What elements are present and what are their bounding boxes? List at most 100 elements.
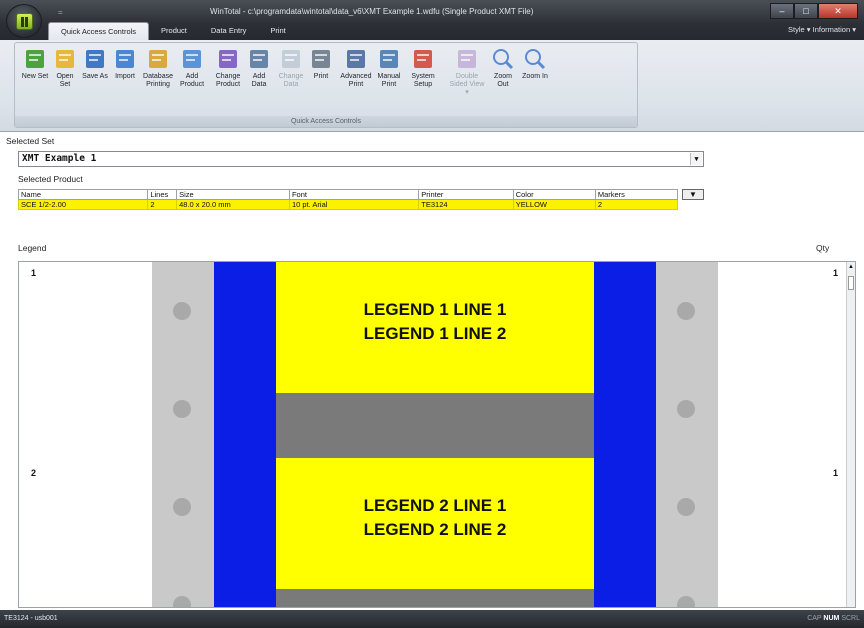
title-bar: = WinTotal - c:\programdata\wintotal\dat… [0,0,864,40]
ribbon-tabs: Quick Access Controls Product Data Entry… [48,22,298,40]
ribbon-button-label: Change Product [215,73,241,88]
marker-strip: LEGEND 1 LINE 1 LEGEND 1 LINE 2 LEGEND 2… [152,262,718,607]
cell-size: 48.0 x 20.0 mm [176,199,290,210]
status-cap: CAP [807,615,824,622]
column-header-printer[interactable]: Printer [418,189,514,200]
marker-line: LEGEND 2 LINE 1 [363,496,507,515]
zoom-out-icon [491,47,515,71]
ribbon-button-label: Database Printing [143,73,173,88]
sprocket-hole-icon [677,596,695,607]
sprocket-hole-icon [173,400,191,418]
product-dropdown-button[interactable]: ▼ [682,189,704,200]
column-header-font[interactable]: Font [288,189,420,200]
ribbon-button-label: Add Product [179,73,205,88]
advanced-print-button[interactable]: Advanced Print [339,47,373,89]
zoom-in-button[interactable]: Zoom In [521,47,549,81]
zoom-out-button[interactable]: Zoom Out [489,47,517,89]
selected-product-table: Name Lines Size Font Printer Color Marke… [17,189,679,210]
ribbon-button-label: New Set [21,73,49,80]
chevron-down-icon[interactable]: ▼ [690,153,702,165]
status-printer: TE3124 - usb001 [4,615,58,622]
cell-name: SCE 1/2-2.00 [17,199,149,210]
column-header-markers[interactable]: Markers [594,189,679,200]
marker-gap [276,393,594,458]
tab-quick-access-controls[interactable]: Quick Access Controls [48,22,150,40]
sprocket-hole-icon [173,302,191,320]
ribbon-button-label: Manual Print [377,73,401,88]
system-setup-button[interactable]: System Setup [409,47,437,89]
status-bar: TE3124 - usb001 CAP NUM SCRL [0,610,864,628]
add-product-icon [180,47,204,71]
window-title: WinTotal - c:\programdata\wintotal\data_… [210,7,534,16]
vertical-scrollbar[interactable]: ▲ [846,262,855,607]
change-product-button[interactable]: Change Product [211,47,245,89]
double-sided-view-icon [455,47,479,71]
column-header-size[interactable]: Size [176,189,290,200]
scrollbar-thumb[interactable] [848,276,854,290]
minimize-button[interactable]: – [770,3,794,19]
marker-line: LEGEND 2 LINE 2 [363,520,507,539]
ribbon-button-label: Double Sided View ▾ [449,73,485,96]
row-qty[interactable]: 1 [833,468,838,478]
column-header-lines[interactable]: Lines [147,189,178,200]
blue-band-right [594,262,656,607]
app-logo-icon [16,13,33,30]
ribbon-group-quick-access: Quick Access Controls New Set Open Set Sav… [14,42,638,128]
ribbon-group-label: Quick Access Controls [15,116,637,127]
table-row[interactable]: SCE 1/2-2.00 2 48.0 x 20.0 mm 10 pt. Ari… [17,199,679,210]
selected-set-dropdown[interactable]: XMT Example 1 ▼ [18,151,704,167]
row-qty[interactable]: 1 [833,268,838,278]
system-setup-icon [411,47,435,71]
quick-access-toolbar-marker[interactable]: = [58,8,63,17]
manual-print-button[interactable]: Manual Print [375,47,403,89]
scroll-up-icon[interactable]: ▲ [848,264,854,270]
save-as-button[interactable]: Save As [81,47,109,81]
add-data-button[interactable]: Add Data [245,47,273,89]
cell-color: YELLOW [512,199,596,210]
zoom-in-icon [523,47,547,71]
selected-set-label: Selected Set [6,136,55,146]
new-set-button[interactable]: New Set [21,47,49,81]
marker-line: LEGEND 1 LINE 1 [363,300,507,319]
ribbon-button-label: Open Set [56,73,74,88]
qty-label: Qty [816,243,830,253]
ribbon-button-label: Change Data [278,73,304,88]
ribbon-button-label: Add Data [251,73,267,88]
maximize-button[interactable]: □ [794,3,818,19]
ribbon-button-label: Save As [82,73,108,80]
double-sided-view-button: Double Sided View ▾ [447,47,487,97]
legend-label: Legend [18,243,47,253]
app-menu-button[interactable] [6,4,42,38]
open-set-button[interactable]: Open Set [51,47,79,89]
row-index: 2 [31,468,37,478]
close-button[interactable]: ✕ [818,3,858,19]
ribbon: Quick Access Controls New Set Open Set Sav… [0,40,864,132]
marker-gap [276,589,594,607]
legend-marker-1[interactable]: LEGEND 1 LINE 1 LEGEND 1 LINE 2 [276,262,594,393]
manual-print-icon [377,47,401,71]
database-icon [146,47,170,71]
save-as-icon [83,47,107,71]
tab-print[interactable]: Print [258,22,297,40]
database-printing-button[interactable]: Database Printing [141,47,175,89]
add-data-icon [247,47,271,71]
import-icon [113,47,137,71]
print-button[interactable]: Print [307,47,335,81]
column-header-color[interactable]: Color [512,189,596,200]
cell-printer: TE3124 [418,199,514,210]
ribbon-button-label: Zoom Out [494,73,512,88]
ribbon-button-label: Import [115,73,135,80]
add-product-button[interactable]: Add Product [175,47,209,89]
tab-data-entry[interactable]: Data Entry [199,22,258,40]
marker-line: LEGEND 1 LINE 2 [363,324,507,343]
style-information-menu[interactable]: Style ▾ Information ▾ [788,25,856,34]
legend-preview[interactable]: 1 1 2 1 LEGEND 1 LINE 1 LEGEND 1 LINE 2 … [18,261,856,608]
sprocket-hole-icon [173,498,191,516]
column-header-name[interactable]: Name [17,189,149,200]
folder-icon [53,47,77,71]
ribbon-button-label: Print [313,73,329,80]
sprocket-hole-icon [677,400,695,418]
import-button[interactable]: Import [111,47,139,81]
tab-product[interactable]: Product [149,22,199,40]
legend-marker-2[interactable]: LEGEND 2 LINE 1 LEGEND 2 LINE 2 [276,458,594,589]
